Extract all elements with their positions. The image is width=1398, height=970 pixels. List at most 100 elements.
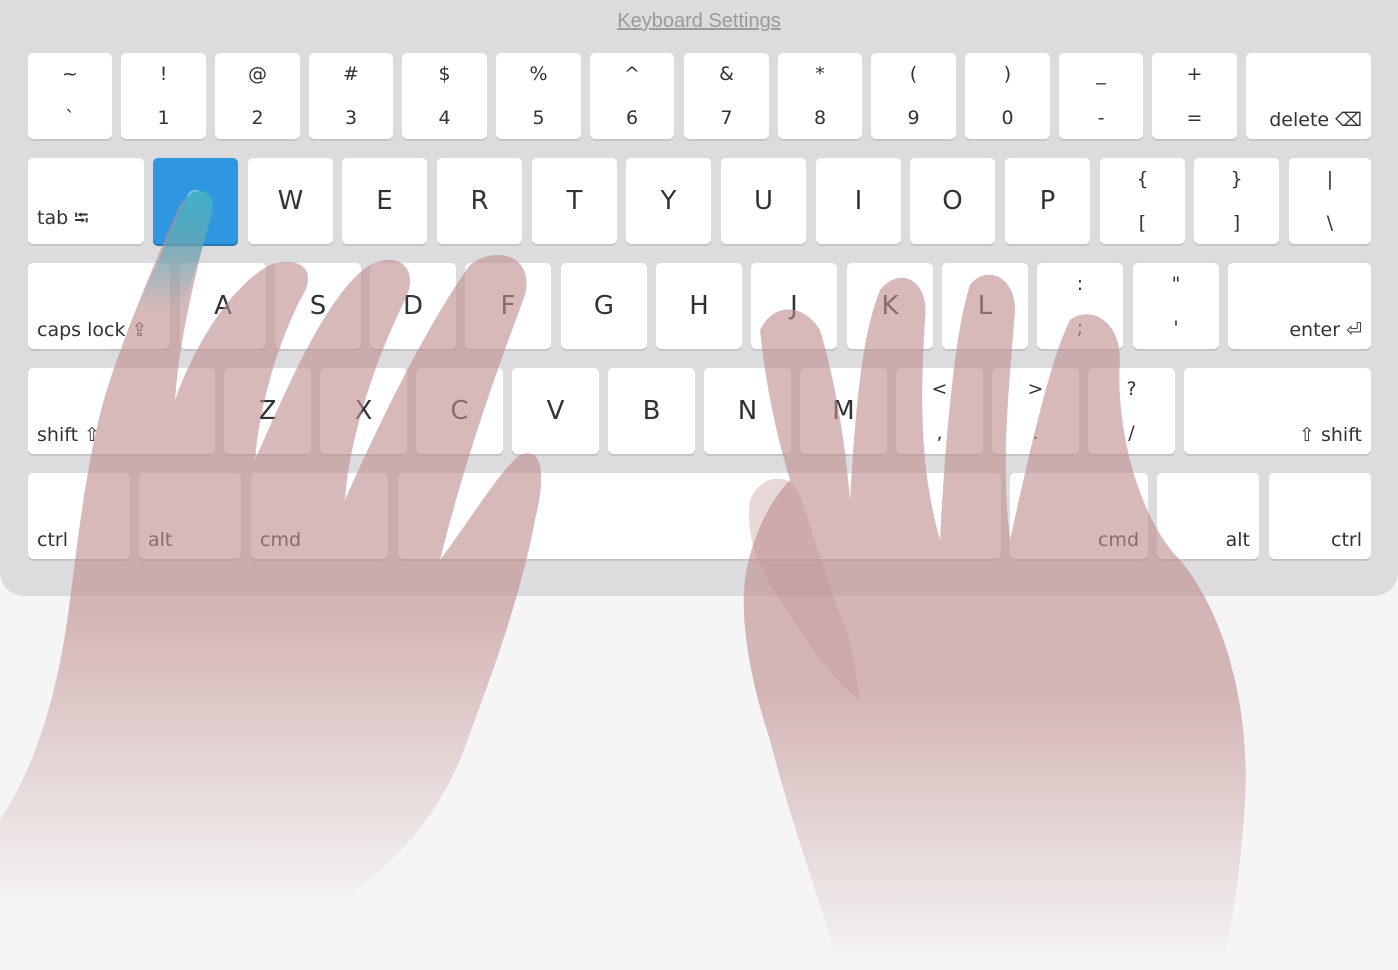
key-quote-base: ' <box>1173 317 1179 339</box>
key-4[interactable]: $4 <box>402 53 487 139</box>
key-i[interactable]: I <box>816 158 901 244</box>
key-right-bracket[interactable]: }] <box>1194 158 1279 244</box>
key-6-shift: ^ <box>624 63 640 85</box>
key-n-label: N <box>737 396 758 426</box>
key-t-label: T <box>566 186 583 216</box>
key-equal[interactable]: + = <box>1152 53 1237 139</box>
key-j[interactable]: J <box>751 263 837 349</box>
key-backslash-base: \ <box>1326 212 1334 234</box>
key-delete[interactable]: delete ⌫ <box>1246 53 1371 139</box>
key-7[interactable]: & 7 <box>684 53 769 139</box>
key-w-label: W <box>277 186 304 216</box>
key-minus[interactable]: _ - <box>1059 53 1143 139</box>
key-cmd-left[interactable]: cmd <box>251 473 388 559</box>
key-f-label: F <box>500 291 516 321</box>
key-a-label: A <box>214 291 232 321</box>
key-alt-left[interactable]: alt <box>139 473 241 559</box>
key-n[interactable]: N <box>704 368 791 454</box>
key-p[interactable]: P <box>1005 158 1090 244</box>
key-backslash-shift: | <box>1326 168 1334 190</box>
key-6-base: 6 <box>625 107 639 129</box>
key-right-bracket-base: ] <box>1232 212 1241 234</box>
key-quote[interactable]: " ' <box>1133 263 1219 349</box>
key-3[interactable]: #3 <box>309 53 393 139</box>
key-shift-left[interactable]: shift ⇧ <box>28 368 215 454</box>
alt-right-label: alt <box>1225 529 1250 551</box>
key-0[interactable]: ) 0 <box>965 53 1050 139</box>
key-2[interactable]: @2 <box>215 53 300 139</box>
key-a[interactable]: A <box>180 263 266 349</box>
key-backslash[interactable]: | \ <box>1289 158 1371 244</box>
key-b[interactable]: B <box>608 368 695 454</box>
key-q[interactable]: Q <box>153 158 238 244</box>
key-f[interactable]: F <box>465 263 551 349</box>
ctrl-right-label: ctrl <box>1331 529 1362 551</box>
key-7-base: 7 <box>720 107 733 129</box>
key-z[interactable]: Z <box>224 368 311 454</box>
key-x[interactable]: X <box>320 368 407 454</box>
key-v[interactable]: V <box>512 368 599 454</box>
key-slash[interactable]: ? / <box>1088 368 1175 454</box>
shift-right-label: ⇧ shift <box>1299 424 1362 446</box>
key-7-shift: & <box>719 63 734 85</box>
key-k[interactable]: K <box>847 263 933 349</box>
key-comma-base: , <box>936 422 943 444</box>
key-l[interactable]: L <box>942 263 1028 349</box>
key-c[interactable]: C <box>416 368 503 454</box>
key-8[interactable]: * 8 <box>778 53 862 139</box>
key-period-base: . <box>1032 422 1039 444</box>
key-s-label: S <box>309 291 327 321</box>
key-g-label: G <box>593 291 615 321</box>
key-u[interactable]: U <box>721 158 806 244</box>
key-space[interactable] <box>398 473 1001 559</box>
key-j-label: J <box>790 291 798 321</box>
key-8-shift: * <box>815 63 825 85</box>
key-tilde[interactable]: ~ ` <box>28 53 112 139</box>
keyboard-settings-link[interactable]: Keyboard Settings <box>0 10 1398 33</box>
key-right-bracket-shift: } <box>1230 168 1243 190</box>
cmd-left-label: cmd <box>260 529 302 551</box>
key-o[interactable]: O <box>910 158 995 244</box>
key-g[interactable]: G <box>561 263 647 349</box>
key-caps-lock[interactable]: caps lock ⇪ <box>28 263 170 349</box>
key-m[interactable]: M <box>800 368 887 454</box>
key-semicolon[interactable]: :; <box>1037 263 1123 349</box>
key-ctrl-right[interactable]: ctrl <box>1269 473 1371 559</box>
key-h[interactable]: H <box>656 263 742 349</box>
key-tab[interactable]: tab ⭾ <box>28 158 144 244</box>
key-8-base: 8 <box>813 107 827 129</box>
key-1[interactable]: ! 1 <box>121 53 206 139</box>
key-enter[interactable]: enter ⏎ <box>1228 263 1371 349</box>
key-left-bracket[interactable]: {[ <box>1100 158 1185 244</box>
key-cmd-right[interactable]: cmd <box>1010 473 1148 559</box>
key-comma[interactable]: <, <box>896 368 983 454</box>
key-9[interactable]: (9 <box>871 53 956 139</box>
tab-label: tab ⭾ <box>37 207 89 229</box>
key-6[interactable]: ^ 6 <box>590 53 674 139</box>
shift-left-label: shift ⇧ <box>37 424 100 446</box>
key-minus-shift: _ <box>1096 63 1106 85</box>
key-t[interactable]: T <box>532 158 617 244</box>
ctrl-left-label: ctrl <box>37 529 68 551</box>
key-left-bracket-base: [ <box>1138 212 1147 234</box>
key-9-base: 9 <box>907 107 920 129</box>
key-period-shift: > <box>1027 378 1044 400</box>
key-ctrl-left[interactable]: ctrl <box>28 473 130 559</box>
key-e-label: E <box>376 186 393 216</box>
caps-lock-label: caps lock ⇪ <box>37 319 148 341</box>
key-y-label: Y <box>660 186 677 216</box>
key-s[interactable]: S <box>275 263 361 349</box>
key-d[interactable]: D <box>370 263 456 349</box>
key-period[interactable]: >. <box>992 368 1079 454</box>
key-q-label: Q <box>185 186 206 216</box>
key-shift-right[interactable]: ⇧ shift <box>1184 368 1371 454</box>
key-w[interactable]: W <box>248 158 333 244</box>
key-alt-right[interactable]: alt <box>1157 473 1259 559</box>
key-r[interactable]: R <box>437 158 522 244</box>
key-y[interactable]: Y <box>626 158 711 244</box>
key-tilde-base: ` <box>65 107 75 129</box>
key-o-label: O <box>942 186 963 216</box>
key-e[interactable]: E <box>342 158 427 244</box>
key-i-label: I <box>854 186 863 216</box>
key-5[interactable]: % 5 <box>496 53 581 139</box>
